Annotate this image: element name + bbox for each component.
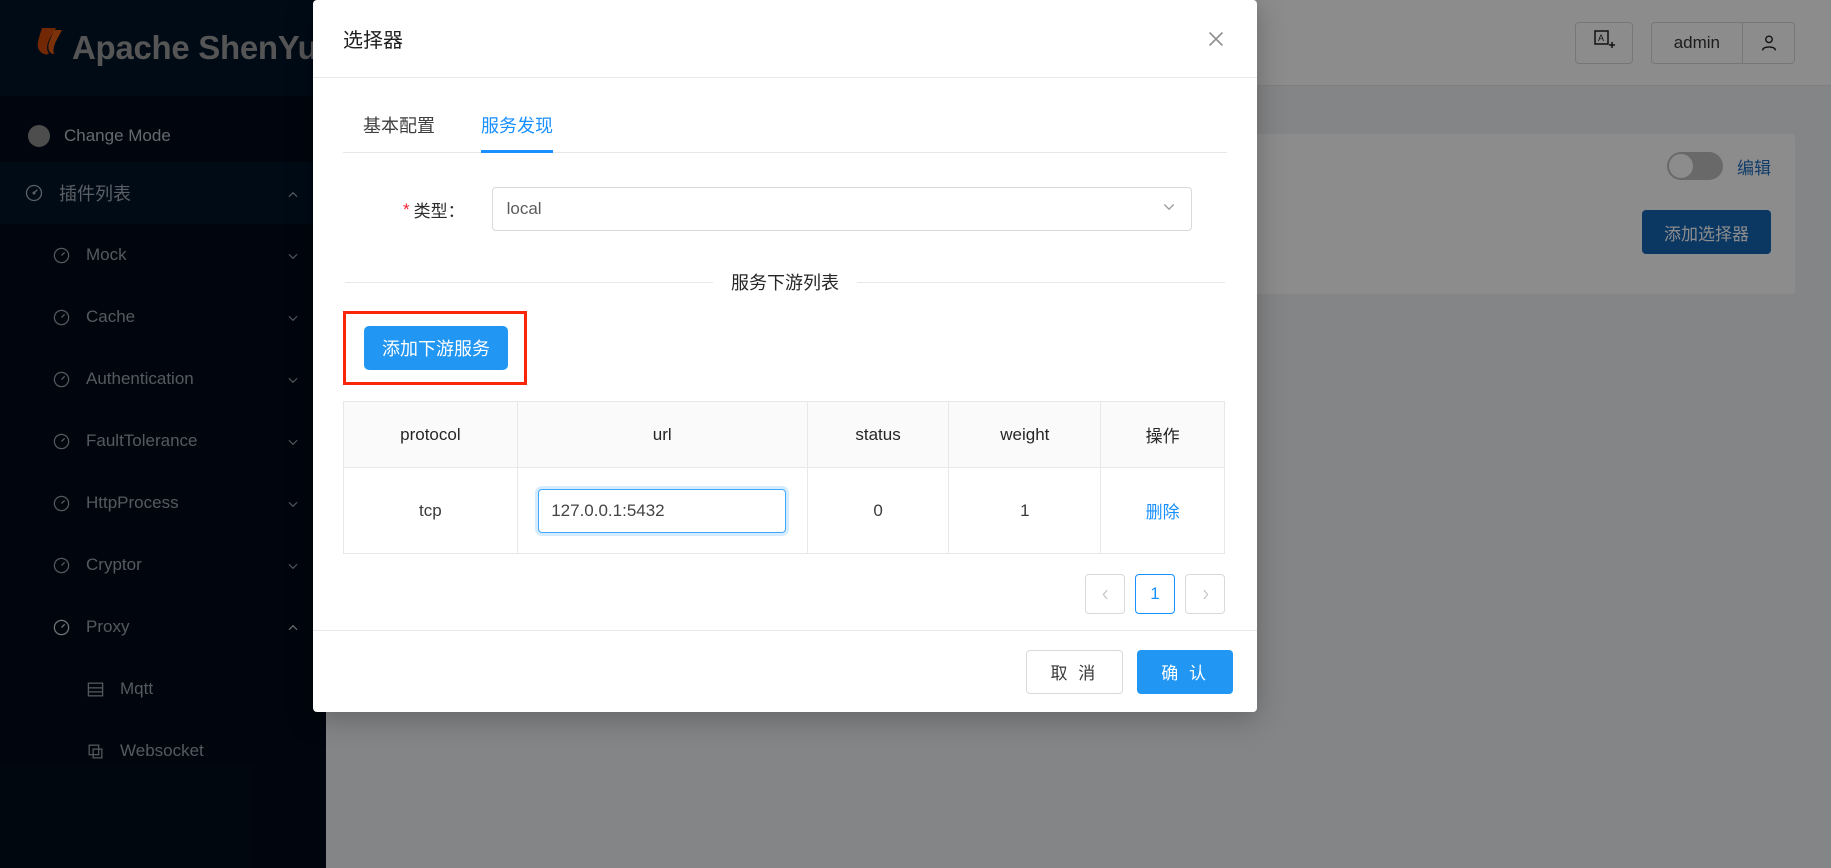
url-input[interactable] — [538, 489, 786, 533]
close-icon[interactable] — [1197, 20, 1235, 58]
type-field-row: * 类型： local — [343, 187, 1227, 231]
pagination-prev-button[interactable] — [1085, 574, 1125, 614]
type-select-value: local — [507, 199, 542, 219]
divider-line-right — [857, 282, 1225, 283]
dialog-header: 选择器 — [313, 0, 1257, 78]
divider-label: 服务下游列表 — [713, 269, 857, 295]
table-pagination: 1 — [343, 574, 1225, 614]
confirm-button[interactable]: 确 认 — [1137, 650, 1233, 694]
col-action: 操作 — [1101, 402, 1225, 468]
cell-url — [517, 468, 807, 554]
add-downstream-highlight: 添加下游服务 — [343, 311, 527, 385]
col-url: url — [517, 402, 807, 468]
dialog-tabs: 基本配置 服务发现 — [343, 100, 1227, 153]
dialog-title: 选择器 — [343, 24, 403, 53]
type-select[interactable]: local — [492, 187, 1192, 231]
pagination-page-1[interactable]: 1 — [1135, 574, 1175, 614]
type-field-label: 类型： — [414, 197, 492, 222]
downstream-divider: 服务下游列表 — [343, 269, 1227, 295]
col-status: status — [807, 402, 949, 468]
cell-action: 删除 — [1101, 468, 1225, 554]
dialog-footer: 取 消 确 认 — [313, 630, 1257, 712]
chevron-down-icon — [1161, 199, 1177, 220]
dialog-body: 基本配置 服务发现 * 类型： local 服务下游列表 添加下游服务 — [313, 78, 1257, 630]
divider-line-left — [345, 282, 713, 283]
required-asterisk: * — [403, 201, 410, 218]
col-weight: weight — [949, 402, 1101, 468]
cancel-button[interactable]: 取 消 — [1026, 650, 1124, 694]
cell-weight: 1 — [949, 468, 1101, 554]
pagination-next-button[interactable] — [1185, 574, 1225, 614]
cell-protocol: tcp — [344, 468, 518, 554]
table-head: protocol url status weight 操作 — [344, 402, 1225, 468]
tab-basic-config[interactable]: 基本配置 — [363, 100, 435, 152]
tab-service-discovery[interactable]: 服务发现 — [481, 100, 553, 152]
cell-status: 0 — [807, 468, 949, 554]
col-protocol: protocol — [344, 402, 518, 468]
downstream-table: protocol url status weight 操作 tcp 0 1 删除 — [343, 401, 1225, 554]
selector-dialog: 选择器 基本配置 服务发现 * 类型： local 服务下游列表 — [313, 0, 1257, 712]
table-row: tcp 0 1 删除 — [344, 468, 1225, 554]
delete-row-link[interactable]: 删除 — [1146, 503, 1180, 522]
table-header-row: protocol url status weight 操作 — [344, 402, 1225, 468]
table-body: tcp 0 1 删除 — [344, 468, 1225, 554]
add-downstream-button[interactable]: 添加下游服务 — [364, 326, 508, 370]
